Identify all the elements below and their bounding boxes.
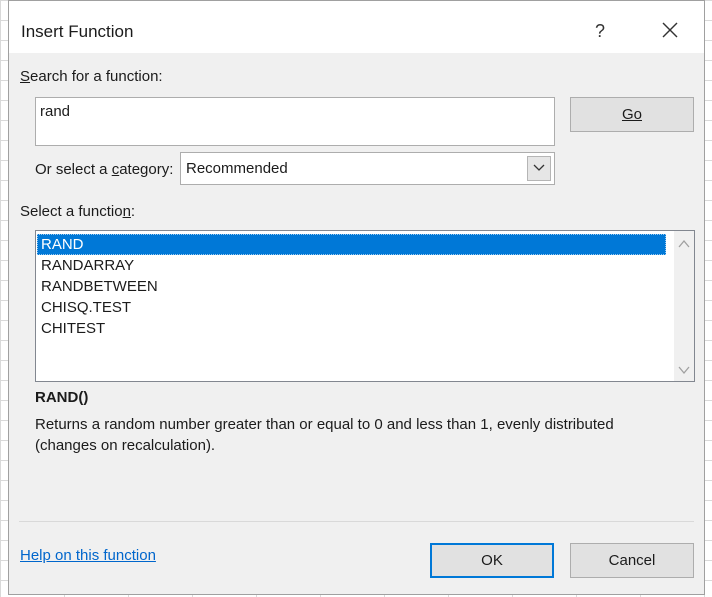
- function-list-item[interactable]: CHITEST: [37, 318, 666, 339]
- function-list-label-post: :: [130, 203, 136, 220]
- function-list-item[interactable]: CHISQ.TEST: [37, 297, 666, 318]
- category-label-pre: Or select a: [35, 161, 112, 178]
- category-label: Or select a category:: [35, 161, 173, 178]
- function-list-item[interactable]: RANDARRAY: [37, 255, 666, 276]
- search-label: Search for a function:: [20, 68, 163, 85]
- category-label-post: ategory:: [119, 161, 174, 178]
- category-selected-value: Recommended: [186, 160, 288, 177]
- search-input[interactable]: rand: [35, 97, 555, 146]
- function-signature: RAND(): [35, 389, 89, 406]
- function-list-label-accel: n: [122, 203, 131, 220]
- function-list[interactable]: RAND RANDARRAY RANDBETWEEN CHISQ.TEST CH…: [35, 230, 695, 382]
- cancel-button[interactable]: Cancel: [570, 543, 694, 578]
- dialog-titlebar: Insert Function ?: [9, 1, 704, 53]
- close-button[interactable]: [655, 15, 685, 45]
- scroll-down-icon[interactable]: [678, 365, 690, 375]
- function-list-item[interactable]: RANDBETWEEN: [37, 276, 666, 297]
- category-select[interactable]: Recommended: [180, 152, 555, 185]
- dialog-title: Insert Function: [21, 22, 134, 41]
- close-icon: [662, 22, 678, 38]
- chevron-down-icon: [533, 164, 545, 171]
- insert-function-dialog: Insert Function ? Search for a function:…: [8, 0, 705, 595]
- ok-button[interactable]: OK: [430, 543, 554, 578]
- function-list-label: Select a function:: [20, 203, 135, 220]
- go-button-label: Go: [621, 106, 642, 123]
- help-on-function-link[interactable]: Help on this function: [20, 547, 156, 564]
- scroll-up-icon[interactable]: [678, 239, 690, 249]
- search-label-accel: S: [20, 68, 31, 85]
- category-dropdown-button[interactable]: [527, 156, 551, 181]
- footer-separator: [19, 521, 694, 522]
- function-list-scrollbar[interactable]: [674, 231, 694, 381]
- search-label-rest: earch for a function:: [30, 68, 163, 85]
- function-list-label-pre: Select a functio: [20, 203, 123, 220]
- function-description: Returns a random number greater than or …: [35, 416, 614, 454]
- function-list-item[interactable]: RAND: [37, 234, 666, 255]
- help-button[interactable]: ?: [589, 17, 611, 45]
- go-button[interactable]: Go: [570, 97, 694, 132]
